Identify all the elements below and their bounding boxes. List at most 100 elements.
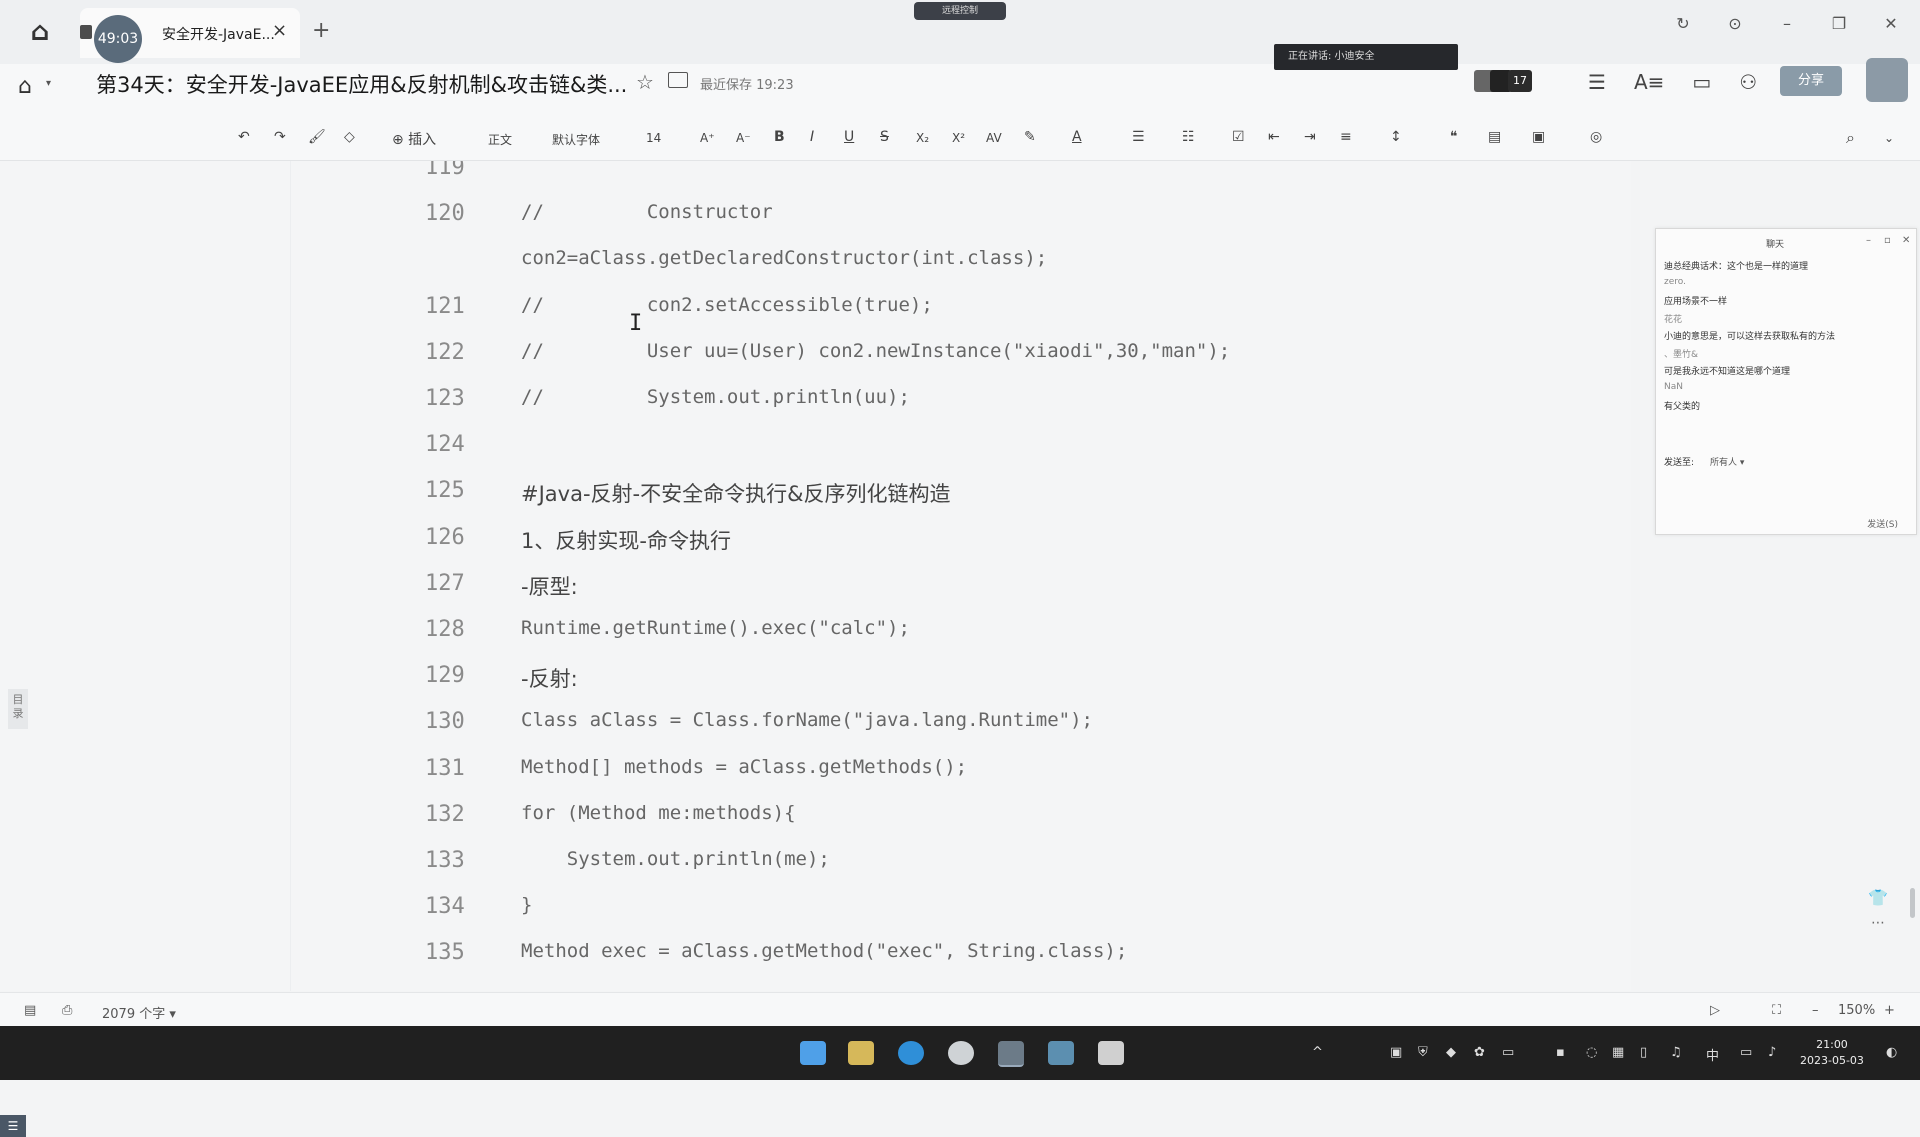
print-layout-icon[interactable]: ⎙ bbox=[62, 1003, 72, 1018]
document-tab[interactable]: 49:03 安全开发-JavaE... × bbox=[80, 8, 300, 63]
start-icon[interactable] bbox=[800, 1041, 826, 1065]
code-line[interactable]: 130 Class aClass = Class.forName("java.la… bbox=[291, 709, 1591, 739]
decrease-font-icon[interactable]: A⁻ bbox=[736, 131, 751, 145]
code-line[interactable]: 119 bbox=[291, 161, 1591, 185]
block-icon[interactable]: ▤ bbox=[1488, 129, 1501, 145]
minimize-button[interactable]: – bbox=[1778, 14, 1796, 33]
vertical-scrollbar[interactable] bbox=[1910, 888, 1915, 918]
align-icon[interactable]: ≡ bbox=[1340, 129, 1352, 145]
tray-app-icon[interactable]: ◆ bbox=[1446, 1045, 1456, 1060]
chevron-down-icon[interactable]: ▾ bbox=[46, 78, 51, 89]
code-line[interactable]: 125 #Java-反射-不安全命令执行&反序列化链构造 bbox=[291, 478, 1591, 508]
minimize-icon[interactable]: – bbox=[1866, 235, 1871, 246]
tray-overflow-icon[interactable]: ^ bbox=[1312, 1045, 1323, 1060]
browser-icon[interactable] bbox=[948, 1041, 974, 1065]
format-painter-icon[interactable]: 🖌 bbox=[308, 129, 326, 145]
zoom-out-button[interactable]: – bbox=[1812, 1003, 1819, 1018]
battery-icon[interactable]: ▯ bbox=[1640, 1045, 1647, 1060]
outline-view-icon[interactable]: ▤ bbox=[24, 1003, 36, 1018]
photos-icon[interactable] bbox=[1048, 1041, 1074, 1065]
code-line[interactable]: 126 1、反射实现-命令执行 bbox=[291, 525, 1591, 555]
code-line[interactable]: 134} bbox=[291, 894, 1591, 924]
outdent-icon[interactable]: ⇤ bbox=[1268, 129, 1280, 145]
line-text[interactable]: Class aClass = Class.forName("java.lang.… bbox=[521, 709, 1093, 731]
code-line[interactable]: 129 -反射: bbox=[291, 663, 1591, 693]
checklist-icon[interactable]: ☑ bbox=[1232, 129, 1245, 145]
close-window-button[interactable]: ✕ bbox=[1882, 14, 1900, 33]
close-tab-icon[interactable]: × bbox=[272, 20, 287, 41]
line-text[interactable]: -原型: bbox=[521, 571, 578, 601]
docs-app-icon[interactable] bbox=[998, 1041, 1024, 1067]
grid-tray-icon[interactable]: ▦ bbox=[1612, 1045, 1624, 1060]
line-spacing-icon[interactable]: ↕ bbox=[1390, 129, 1402, 145]
chat-tray-icon[interactable]: ▪ bbox=[1556, 1045, 1565, 1060]
code-line[interactable]: 128 Runtime.getRuntime().exec("calc"); bbox=[291, 617, 1591, 647]
indent-icon[interactable]: ⇥ bbox=[1304, 129, 1316, 145]
tray-app-icon[interactable]: ▣ bbox=[1390, 1045, 1402, 1060]
close-icon[interactable]: ✕ bbox=[1902, 235, 1910, 246]
zoom-level[interactable]: 150% bbox=[1838, 1003, 1875, 1018]
collaborators[interactable]: 17 bbox=[1474, 70, 1544, 94]
app-logo-icon[interactable]: ⌂ bbox=[24, 18, 56, 46]
eraser-icon[interactable]: ◇ bbox=[344, 129, 355, 145]
strikethrough-icon[interactable]: S bbox=[880, 129, 889, 145]
line-text[interactable]: Method[] methods = aClass.getMethods(); bbox=[521, 756, 967, 778]
line-text[interactable]: // System.out.println(uu); bbox=[521, 386, 910, 408]
line-text[interactable]: System.out.println(me); bbox=[521, 848, 830, 870]
send-button[interactable]: 发送(S) bbox=[1867, 517, 1898, 530]
line-text[interactable]: } bbox=[521, 894, 532, 916]
notification-icon[interactable]: ◐ bbox=[1886, 1045, 1897, 1060]
code-line[interactable]: 120 // Constructor bbox=[291, 201, 1591, 231]
line-text[interactable]: Runtime.getRuntime().exec("calc"); bbox=[521, 617, 910, 639]
folder-icon[interactable] bbox=[668, 72, 688, 88]
char-spacing-icon[interactable]: AV bbox=[986, 131, 1002, 145]
code-line[interactable]: 132 for (Method me:methods){ bbox=[291, 802, 1591, 832]
code-line[interactable]: 131 Method[] methods = aClass.getMethods(… bbox=[291, 756, 1591, 786]
code-line[interactable]: 133 System.out.println(me); bbox=[291, 848, 1591, 878]
redo-icon[interactable]: ↷ bbox=[274, 129, 286, 145]
bullet-list-icon[interactable]: ☰ bbox=[1132, 129, 1145, 145]
italic-icon[interactable]: I bbox=[810, 129, 814, 145]
line-text[interactable]: #Java-反射-不安全命令执行&反序列化链构造 bbox=[521, 478, 950, 508]
edge-icon[interactable] bbox=[898, 1041, 924, 1065]
word-count[interactable]: 2079 个字 ▾ bbox=[102, 1003, 176, 1022]
line-text[interactable]: // User uu=(User) con2.newInstance("xiao… bbox=[521, 340, 1230, 362]
maximize-button[interactable]: ❐ bbox=[1830, 14, 1848, 33]
bold-icon[interactable]: B bbox=[774, 129, 785, 145]
line-text[interactable]: // con2.setAccessible(true); bbox=[521, 294, 933, 316]
line-text[interactable]: Method exec = aClass.getMethod("exec", S… bbox=[521, 940, 1127, 962]
search-icon[interactable]: ⌕ bbox=[1846, 128, 1855, 148]
remote-control-pill[interactable]: 远程控制 bbox=[914, 2, 1006, 20]
settings-icon[interactable]: ⊙ bbox=[1726, 14, 1744, 33]
code-line[interactable]: 124 bbox=[291, 432, 1591, 462]
line-text[interactable]: -反射: bbox=[521, 663, 578, 693]
share-button[interactable]: 分享 bbox=[1780, 66, 1842, 96]
plugin-icon[interactable]: ◎ bbox=[1590, 129, 1602, 145]
refresh-icon[interactable]: ↻ bbox=[1674, 14, 1692, 33]
line-text[interactable]: // Constructor bbox=[521, 201, 773, 223]
chat-panel[interactable]: 聊天 – ▫ ✕ 发送至: 所有人 ▾ 发送(S) 迪总经典话术：这个也是一样的… bbox=[1655, 228, 1917, 535]
shield-icon[interactable]: ⛨ bbox=[1418, 1045, 1428, 1060]
play-icon[interactable]: ▷ bbox=[1710, 1003, 1720, 1018]
numbered-list-icon[interactable]: ☷ bbox=[1182, 129, 1195, 145]
undo-icon[interactable]: ↶ bbox=[238, 129, 250, 145]
user-icon[interactable]: ⚇ bbox=[1739, 70, 1757, 94]
quote-icon[interactable]: ❝ bbox=[1450, 129, 1458, 145]
star-icon[interactable]: ☆ bbox=[636, 70, 654, 94]
notes-app-icon[interactable] bbox=[1098, 1041, 1124, 1065]
tray-app-icon[interactable]: ▭ bbox=[1502, 1045, 1514, 1060]
present-icon[interactable]: ▭ bbox=[1692, 70, 1711, 94]
superscript-icon[interactable]: X² bbox=[952, 131, 965, 145]
system-clock[interactable]: 21:00 2023-05-03 bbox=[1800, 1037, 1864, 1069]
code-line[interactable]: con2=aClass.getDeclaredConstructor(int.c… bbox=[291, 247, 1591, 277]
fullscreen-icon[interactable]: ⛶ bbox=[1772, 1003, 1781, 1018]
display-icon[interactable]: ▭ bbox=[1740, 1045, 1752, 1060]
document-title[interactable]: 第34天：安全开发-JavaEE应用&反射机制&攻击链&类... bbox=[96, 69, 627, 99]
increase-font-icon[interactable]: A⁺ bbox=[700, 131, 715, 145]
tray-app-icon[interactable]: ✿ bbox=[1474, 1045, 1485, 1060]
font-size-icon[interactable]: A≡ bbox=[1634, 70, 1664, 94]
new-tab-button[interactable]: + bbox=[312, 18, 330, 43]
avatar[interactable] bbox=[1866, 58, 1908, 102]
paragraph-style-select[interactable]: 正文 bbox=[488, 131, 512, 148]
toc-toggle-button[interactable]: ☰ bbox=[0, 1115, 26, 1137]
